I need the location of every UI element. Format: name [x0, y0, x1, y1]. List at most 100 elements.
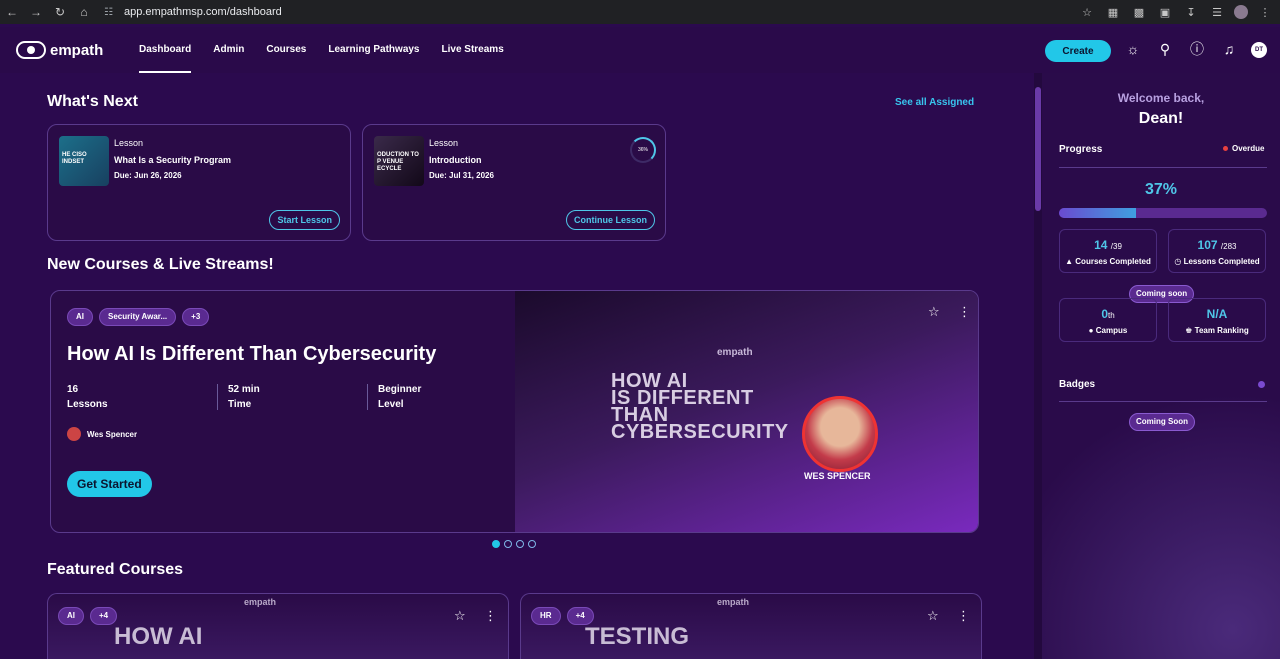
- carousel-dot[interactable]: [504, 540, 512, 548]
- course-tag[interactable]: AI: [58, 607, 84, 625]
- scrollbar-thumb[interactable]: [1035, 87, 1041, 211]
- hero-course-title: How AI Is Different Than Cybersecurity: [67, 343, 437, 365]
- see-all-assigned-link[interactable]: See all Assigned: [895, 97, 974, 108]
- more-options-icon[interactable]: ⋮: [484, 608, 497, 624]
- course-tag[interactable]: AI: [67, 308, 93, 326]
- continue-lesson-button[interactable]: Continue Lesson: [565, 210, 655, 230]
- card-brand: empath: [717, 597, 750, 607]
- progress-bar-fill: [1059, 208, 1136, 218]
- new-courses-title: New Courses & Live Streams!: [47, 256, 274, 273]
- favorite-star-icon[interactable]: ☆: [927, 608, 939, 624]
- progress-label: Progress: [1059, 144, 1103, 155]
- course-tag-more[interactable]: +3: [182, 308, 210, 326]
- badges-label: Badges: [1059, 379, 1096, 390]
- trophy-icon: ♚: [1185, 326, 1193, 335]
- nav-courses[interactable]: Courses: [266, 27, 306, 73]
- featured-course-card[interactable]: AI +4 empath HOW AI ☆ ⋮: [47, 593, 509, 659]
- back-icon[interactable]: ←: [0, 0, 24, 24]
- graduation-cap-icon: ▲: [1065, 257, 1074, 266]
- lessons-completed-stat: 107 /283 ◷ Lessons Completed: [1168, 229, 1266, 273]
- card-artwork-title: TESTING: [585, 623, 690, 650]
- extension-icon[interactable]: ▦: [1104, 6, 1122, 19]
- progress-percent: 37%: [1144, 181, 1178, 198]
- more-options-icon[interactable]: ⋮: [958, 304, 971, 320]
- nav-live-streams[interactable]: Live Streams: [442, 27, 504, 73]
- artwork-title: HOW AI IS DIFFERENT THAN CYBERSECURITY: [611, 370, 789, 443]
- course-tag[interactable]: HR: [531, 607, 561, 625]
- lesson-kind: Lesson: [429, 138, 459, 148]
- search-icon[interactable]: ⚲: [1156, 40, 1174, 58]
- carousel-dot[interactable]: [492, 540, 500, 548]
- carousel-dot[interactable]: [528, 540, 536, 548]
- favorite-star-icon[interactable]: ☆: [928, 304, 940, 320]
- create-button[interactable]: Create: [1045, 40, 1111, 62]
- user-name: Dean!: [1138, 110, 1184, 127]
- course-tag[interactable]: Security Awar...: [99, 308, 177, 326]
- featured-course-card[interactable]: HR +4 empath TESTING ☆ ⋮: [520, 593, 982, 659]
- nav-admin[interactable]: Admin: [213, 27, 244, 73]
- menu-icon[interactable]: ⋮: [1256, 6, 1274, 19]
- url-text: app.empathmsp.com/dashboard: [124, 6, 282, 18]
- theme-toggle-icon[interactable]: ☼: [1124, 40, 1142, 58]
- get-started-button[interactable]: Get Started: [67, 471, 152, 497]
- favorite-star-icon[interactable]: ☆: [454, 608, 466, 624]
- lesson-thumbnail: HE CISO INDSET: [59, 136, 109, 186]
- nav-learning-pathways[interactable]: Learning Pathways: [328, 27, 419, 73]
- author-avatar: [67, 427, 81, 441]
- bookmark-star-icon[interactable]: ☆: [1078, 6, 1096, 19]
- logo-text: empath: [50, 41, 104, 59]
- progress-panel: Welcome back, Dean! Progress Overdue 37%…: [1042, 73, 1280, 659]
- more-options-icon[interactable]: ⋮: [957, 608, 970, 624]
- team-ranking-stat: N/A ♚ Team Ranking: [1168, 298, 1266, 342]
- top-navigation: empath Dashboard Admin Courses Learning …: [0, 27, 1280, 73]
- forward-icon[interactable]: →: [24, 0, 48, 24]
- extension-icon[interactable]: ▩: [1130, 6, 1148, 19]
- divider: [1059, 401, 1267, 402]
- puzzle-icon[interactable]: ▣: [1156, 6, 1174, 19]
- browser-toolbar: ← → ↻ ⌂ ☷ app.empathmsp.com/dashboard ☆ …: [0, 0, 1280, 24]
- card-brand: empath: [244, 597, 277, 607]
- logo-mark-icon: [16, 41, 46, 59]
- overdue-dot-icon: [1223, 146, 1228, 151]
- user-avatar[interactable]: DT: [1251, 42, 1267, 58]
- lesson-kind: Lesson: [114, 138, 144, 148]
- stat-time: 52 min Time: [217, 384, 367, 410]
- hero-course-artwork: empath HOW AI IS DIFFERENT THAN CYBERSEC…: [515, 291, 978, 532]
- home-icon[interactable]: ⌂: [72, 0, 96, 24]
- profile-icon[interactable]: [1234, 5, 1248, 19]
- start-lesson-button[interactable]: Start Lesson: [269, 210, 340, 230]
- help-icon[interactable]: ⓘ: [1188, 40, 1206, 58]
- carousel-dot[interactable]: [516, 540, 524, 548]
- notification-bell-icon[interactable]: ♫: [1220, 40, 1238, 58]
- stat-level: Beginner Level: [367, 384, 517, 410]
- badges-coming-soon: Coming Soon: [1129, 413, 1195, 431]
- lesson-progress-ring: 36%: [630, 137, 656, 163]
- lesson-title: Introduction: [429, 155, 482, 165]
- artwork-brand: empath: [717, 347, 753, 358]
- lesson-title: What Is a Security Program: [114, 155, 232, 165]
- welcome-text: Welcome back,: [1117, 91, 1205, 105]
- lesson-card[interactable]: ODUCTION TO P VENUE ECYCLE Lesson Introd…: [362, 124, 666, 241]
- download-icon[interactable]: ↧: [1182, 6, 1200, 19]
- featured-course-hero[interactable]: AI Security Awar... +3 How AI Is Differe…: [50, 290, 979, 533]
- empath-logo[interactable]: empath: [16, 41, 103, 59]
- clock-icon: ◷: [1174, 257, 1182, 266]
- address-bar[interactable]: ☷ app.empathmsp.com/dashboard: [104, 6, 282, 18]
- reload-icon[interactable]: ↻: [48, 0, 72, 24]
- site-info-icon[interactable]: ☷: [104, 7, 118, 18]
- extension-icon[interactable]: ☰: [1208, 6, 1226, 19]
- courses-completed-stat: 14 /39 ▲ Courses Completed: [1059, 229, 1157, 273]
- progress-bar: [1059, 208, 1267, 218]
- nav-dashboard[interactable]: Dashboard: [139, 27, 192, 73]
- presenter-name: WES SPENCER: [804, 471, 871, 481]
- main-content: What's Next See all Assigned HE CISO IND…: [0, 73, 1034, 659]
- lesson-due-date: Due: Jun 26, 2026: [114, 171, 182, 180]
- main-scrollbar[interactable]: [1034, 73, 1042, 659]
- course-author: Wes Spencer: [67, 427, 137, 441]
- lesson-card[interactable]: HE CISO INDSET Lesson What Is a Security…: [47, 124, 351, 241]
- featured-courses-title: Featured Courses: [47, 561, 184, 578]
- overdue-legend: Overdue: [1223, 144, 1264, 153]
- campus-stat: 0th ● Campus: [1059, 298, 1157, 342]
- badges-info-icon[interactable]: [1258, 381, 1265, 388]
- whats-next-title: What's Next: [47, 93, 138, 110]
